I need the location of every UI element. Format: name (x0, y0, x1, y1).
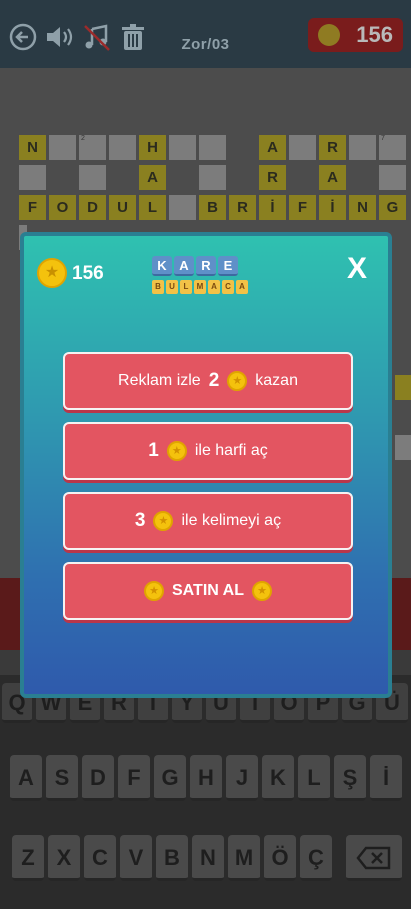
key[interactable]: J (226, 755, 258, 801)
grid-cell[interactable]: F (289, 195, 316, 220)
reveal-letter-button[interactable]: 1 ★ ile harfi aç (63, 422, 353, 480)
grid-cell[interactable]: H (139, 135, 166, 160)
grid-cell[interactable]: A (319, 165, 346, 190)
grid-cell[interactable]: R (319, 135, 346, 160)
keyboard: Q W E R T Y U I O P Ğ Ü A S D F G H J K … (0, 675, 411, 909)
backspace-key[interactable] (346, 835, 402, 881)
grid-cell[interactable]: U (109, 195, 136, 220)
key[interactable]: C (84, 835, 116, 881)
coin-icon: ★ (227, 371, 248, 391)
grid-cell[interactable] (109, 135, 136, 160)
key[interactable]: Ş (334, 755, 366, 801)
coin-icon: ★ (37, 258, 67, 288)
grid-cell[interactable]: İ (319, 195, 346, 220)
key[interactable]: İ (370, 755, 402, 801)
reveal-word-button[interactable]: 3 ★ ile kelimeyi aç (63, 492, 353, 550)
grid-cell[interactable] (169, 195, 196, 220)
coin-icon: ★ (166, 441, 187, 461)
grid-cell[interactable] (395, 375, 411, 400)
buy-coins-button[interactable]: ★ SATIN AL ★ (63, 562, 353, 620)
key[interactable]: V (120, 835, 152, 881)
grid-cell[interactable]: F (19, 195, 46, 220)
key[interactable]: F (118, 755, 150, 801)
grid-cell[interactable] (79, 165, 106, 190)
hint-modal: ★ 156 K A R E B U L M A C A X Reklam izl… (20, 232, 392, 698)
coin-icon: ★ (252, 581, 272, 601)
top-bar: Zor/03 156 (0, 0, 411, 68)
watch-ad-button[interactable]: Reklam izle 2 ★ kazan (63, 352, 353, 410)
grid-cell[interactable]: 2 (79, 135, 106, 160)
grid-cell[interactable]: 7 (379, 135, 406, 160)
grid-cell[interactable] (395, 435, 411, 460)
close-button[interactable]: X (342, 254, 372, 284)
key[interactable]: B (156, 835, 188, 881)
key[interactable]: S (46, 755, 78, 801)
grid-cell[interactable]: R (229, 195, 256, 220)
grid-cell[interactable]: N (19, 135, 46, 160)
grid-cell[interactable]: A (259, 135, 286, 160)
key[interactable]: N (192, 835, 224, 881)
coin-icon: ★ (153, 511, 174, 531)
grid-cell[interactable] (289, 135, 316, 160)
grid-cell[interactable]: G (379, 195, 406, 220)
key[interactable]: M (228, 835, 260, 881)
backspace-icon (356, 846, 391, 870)
key[interactable]: K (262, 755, 294, 801)
grid-cell[interactable]: A (139, 165, 166, 190)
key[interactable]: L (298, 755, 330, 801)
grid-cell[interactable]: O (49, 195, 76, 220)
key[interactable]: Ç (300, 835, 332, 881)
grid-cell[interactable] (19, 165, 46, 190)
grid-cell[interactable] (349, 135, 376, 160)
grid-cell[interactable]: L (139, 195, 166, 220)
key[interactable]: X (48, 835, 80, 881)
kare-bulmaca-logo: K A R E B U L M A C A (152, 254, 258, 298)
game-screen: Zor/03 156 N 2 H A R 7 A R A F O D U L B… (0, 0, 411, 909)
grid-cell[interactable]: B (199, 195, 226, 220)
key[interactable]: G (154, 755, 186, 801)
coin-icon: ★ (144, 581, 164, 601)
grid-cell[interactable]: İ (259, 195, 286, 220)
grid-cell[interactable]: D (79, 195, 106, 220)
coin-counter[interactable]: 156 (308, 18, 403, 52)
grid-cell[interactable] (379, 165, 406, 190)
modal-coin-count: 156 (72, 263, 104, 284)
grid-cell[interactable] (199, 165, 226, 190)
key[interactable]: Ö (264, 835, 296, 881)
key[interactable]: D (82, 755, 114, 801)
coin-count: 156 (356, 22, 393, 47)
grid-cell[interactable] (169, 135, 196, 160)
key[interactable]: A (10, 755, 42, 801)
grid-cell[interactable]: N (349, 195, 376, 220)
key[interactable]: H (190, 755, 222, 801)
key[interactable]: Z (12, 835, 44, 881)
grid-cell[interactable] (49, 135, 76, 160)
grid-cell[interactable]: R (259, 165, 286, 190)
coin-icon (318, 24, 340, 46)
grid-cell[interactable] (199, 135, 226, 160)
